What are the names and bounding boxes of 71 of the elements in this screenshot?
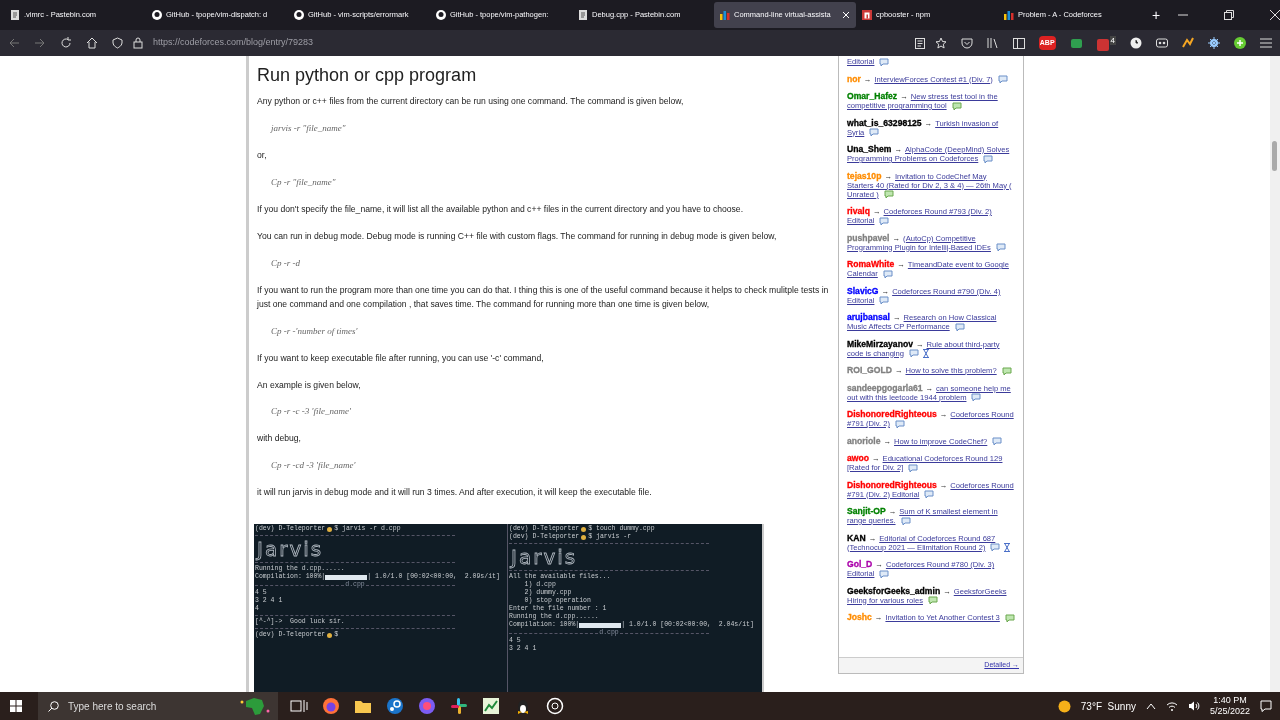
emoji-icon [327, 632, 333, 638]
paragraph: An example is given below, [257, 378, 362, 392]
plus-icon[interactable] [1234, 37, 1246, 49]
weather-text[interactable]: 73°F Sunny [1080, 698, 1136, 714]
lock-icon [133, 37, 143, 49]
reload-icon[interactable] [60, 37, 72, 49]
clock-icon[interactable] [1130, 37, 1142, 49]
close-icon[interactable] [1270, 10, 1280, 20]
shield-icon[interactable] [112, 37, 123, 49]
paragraph: it will run jarvis in debug mode and it will run 3 times. And after execution, it will keep the executable file. [257, 486, 653, 500]
document-icon [578, 10, 588, 20]
firefox-icon[interactable] [322, 697, 340, 715]
sidebar-icon[interactable] [1012, 37, 1025, 49]
close-tab-icon [842, 11, 850, 19]
windows-start-icon[interactable] [10, 700, 22, 712]
steam-icon[interactable] [386, 697, 404, 715]
menu-icon[interactable] [1260, 38, 1272, 48]
extension-button[interactable] [1096, 38, 1109, 51]
paragraph: or, [257, 149, 268, 162]
reader-view-icon[interactable] [914, 37, 925, 49]
pocket-icon[interactable] [960, 37, 973, 49]
clock-time[interactable]: 1:40 PM [1213, 695, 1247, 706]
chart-app-icon[interactable] [482, 697, 500, 715]
task-view-icon[interactable] [290, 699, 308, 713]
paragraph: If you want to run the program more than one time you can do that. I thing this is one of the useful command because it helps to check mulitple tests in just one command and one compilation , that saves time. The command for running more than one time is given below, [257, 283, 830, 311]
banner-title: Jarvis [509, 546, 578, 569]
gear-icon[interactable] [1208, 37, 1220, 49]
badge-count: 4 [1109, 35, 1116, 45]
paragraph: with debug, [257, 432, 302, 446]
clock-date[interactable]: 5/25/2022 [1209, 706, 1250, 717]
progress-bar [579, 622, 622, 628]
camera-shutter-icon[interactable] [546, 697, 564, 715]
speaker-icon[interactable] [1187, 701, 1200, 711]
notification-icon[interactable] [1260, 700, 1272, 712]
back-icon[interactable] [8, 37, 20, 49]
slack-icon[interactable] [450, 697, 468, 715]
home-icon[interactable] [86, 37, 98, 49]
app-icon[interactable] [418, 697, 436, 715]
code-line: Cp -r "file_name" [271, 175, 337, 189]
library-icon[interactable] [986, 37, 999, 49]
extension-icon[interactable] [1156, 37, 1168, 49]
taskbar-search-field[interactable]: Type here to search [38, 692, 278, 720]
restore-icon[interactable] [1224, 10, 1235, 20]
star-icon[interactable] [934, 37, 947, 49]
new-tab-button[interactable]: + [1152, 4, 1161, 26]
address-field[interactable]: https://codeforces.com/blog/entry/79283 [153, 36, 905, 50]
code-line: Cp -r -d [271, 256, 301, 270]
code-line: Cp -r -c -3 'file_name' [271, 405, 352, 419]
paragraph: If you want to keep executable file after running, you can use '-c' command, [257, 351, 545, 365]
package-icon [862, 10, 872, 20]
code-line: Cp -r -'number of times' [271, 324, 359, 338]
article-heading: Run python or cpp program [257, 64, 478, 86]
folder-icon[interactable] [354, 698, 372, 714]
search-icon [48, 701, 59, 712]
code-line: Cp -r -cd -3 'file_name' [271, 459, 357, 473]
paragraph: You can run in debug mode. Debug mode is running C++ file with custom flags. The command for running in debug mode is given below, [257, 229, 778, 243]
banner-title: Jarvis [255, 538, 324, 561]
sun-icon[interactable] [1057, 699, 1071, 713]
wifi-icon[interactable] [1165, 701, 1178, 711]
code-line: jarvis -r "file_name" [271, 122, 347, 135]
progress-bar [325, 574, 368, 580]
bar-chart-icon [1004, 10, 1014, 20]
emoji-icon [327, 526, 333, 532]
forward-icon[interactable] [34, 37, 46, 49]
paragraph: Any python or c++ files from the current directory can be run using one command. The command is given below, [257, 95, 685, 108]
document-icon [10, 10, 20, 20]
chevron-up-icon[interactable] [1145, 702, 1156, 710]
extension-icon[interactable] [1182, 37, 1194, 49]
paragraph: If you don't specify the file_name, it will list all the available python and c++ files in the current directory and you have to choose. [257, 202, 745, 216]
bar-chart-icon [720, 10, 730, 20]
africa-map-icon [238, 696, 272, 716]
